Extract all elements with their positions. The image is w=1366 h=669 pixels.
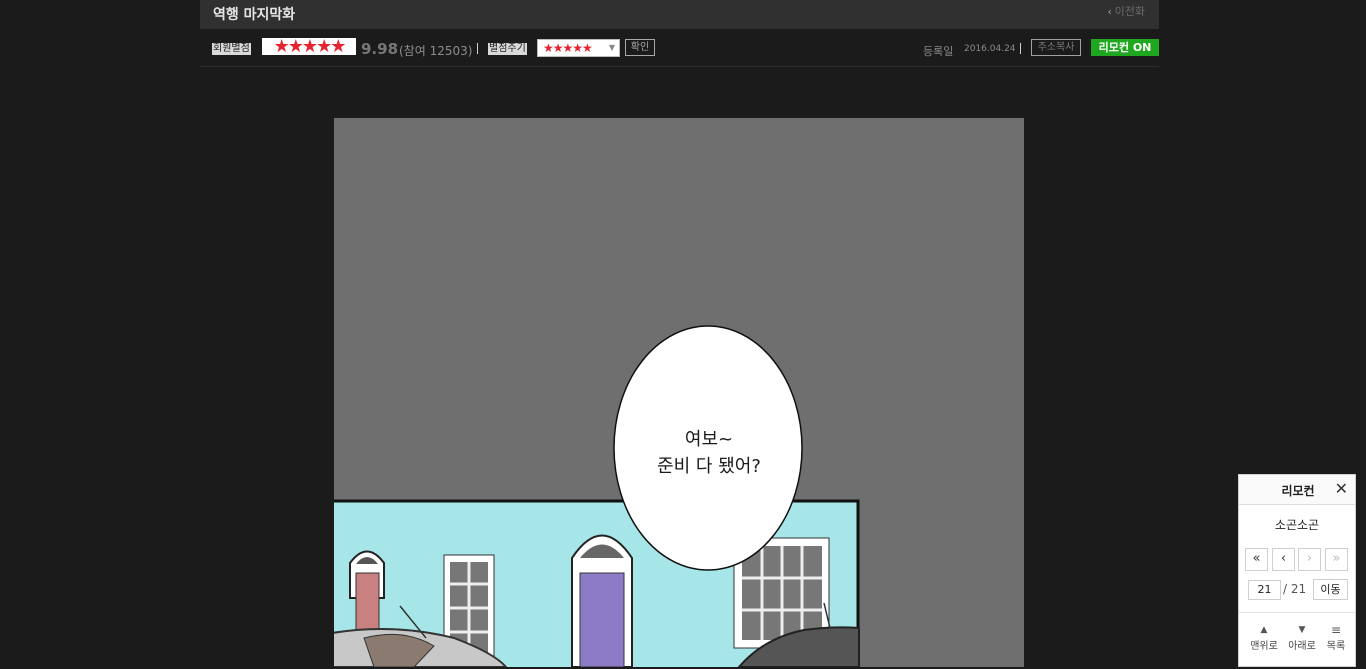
scroll-down-button[interactable]: ▼ 아래로 [1283, 623, 1321, 652]
divider [477, 43, 478, 54]
scroll-down-label: 아래로 [1288, 641, 1316, 652]
give-rating-label: 별점주기 [488, 43, 527, 55]
triangle-up-icon: ▲ [1260, 625, 1268, 635]
chevron-down-icon: ▼ [608, 43, 615, 52]
episode-title-bar: 역행 마지막화 ‹ 이전화 [200, 0, 1159, 29]
remote-header: 리모컨 ✕ [1239, 475, 1355, 505]
speech-line: 준비 다 됐어? [657, 456, 761, 477]
rating-select-stars: ★★★★★ [543, 41, 593, 55]
go-button[interactable]: 이동 [1313, 579, 1348, 600]
first-episode-button[interactable]: « [1245, 548, 1268, 571]
scroll-top-label: 맨위로 [1250, 641, 1278, 652]
list-icon: ≡ [1330, 623, 1342, 637]
rating-select[interactable]: ★★★★★ ▼ [537, 39, 620, 57]
rating-stars: ★★★★★ [262, 38, 356, 55]
register-date: 2016.04.24 [964, 44, 1016, 54]
remote-control-panel: 리모컨 ✕ 소곤소곤 « ‹ › » 21 / 21 이동 ▲ 맨위로 ▼ 아래… [1238, 474, 1356, 667]
triangle-down-icon: ▼ [1298, 625, 1306, 635]
series-name: 소곤소곤 [1274, 518, 1320, 532]
remote-on-button[interactable]: 리모컨 ON [1091, 39, 1159, 56]
rating-confirm-button[interactable]: 확인 [625, 39, 655, 56]
speech-line: 여보~ [684, 429, 734, 450]
prev-episode-label: 이전화 [1114, 5, 1145, 18]
last-episode-button[interactable]: » [1325, 548, 1348, 571]
comic-panel: 여보~ 준비 다 됐어? [334, 118, 1024, 667]
member-rating-label: 회원별점 [212, 43, 251, 55]
register-date-label: 등록일 [923, 45, 954, 58]
next-episode-button[interactable]: › [1298, 548, 1321, 571]
prev-episode-button[interactable]: ‹ [1272, 548, 1295, 571]
speech-bubble-text: 여보~ 준비 다 됐어? [624, 426, 794, 480]
remote-footer: ▲ 맨위로 ▼ 아래로 ≡ 목록 [1239, 612, 1355, 669]
rating-participants: (참여 12503) [399, 44, 473, 58]
page-total: / 21 [1283, 582, 1307, 596]
chevron-left-icon: ‹ [1107, 7, 1112, 18]
list-button[interactable]: ≡ 목록 [1317, 623, 1355, 652]
comic-illustration [334, 325, 860, 667]
divider [1020, 43, 1021, 54]
list-label: 목록 [1326, 641, 1346, 652]
page-number-input[interactable]: 21 [1248, 580, 1281, 600]
scroll-top-button[interactable]: ▲ 맨위로 [1245, 623, 1283, 652]
copy-url-button[interactable]: 주소복사 [1031, 39, 1081, 56]
episode-title: 역행 마지막화 [213, 7, 296, 23]
close-icon[interactable]: ✕ [1335, 479, 1348, 498]
prev-episode-link[interactable]: ‹ 이전화 [1108, 3, 1145, 19]
rating-score: 9.98 [361, 40, 399, 58]
info-bar: 회원별점 ★★★★★ 9.98 (참여 12503) 별점주기 ★★★★★ ▼ … [200, 30, 1159, 67]
